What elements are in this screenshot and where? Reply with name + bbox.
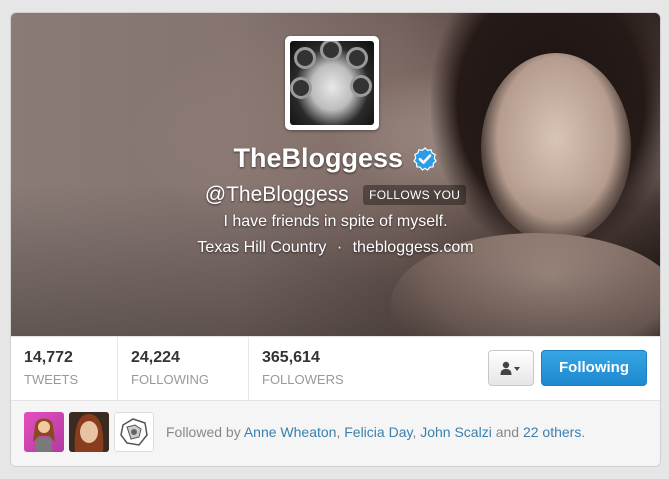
followers-label: FOLLOWERS <box>262 372 344 387</box>
name-row: TheBloggess <box>11 143 660 174</box>
website-link[interactable]: thebloggess.com <box>353 239 474 256</box>
avatar-detail <box>294 47 316 69</box>
stat-following[interactable]: 24,224 FOLLOWING <box>118 337 248 401</box>
avatar-detail <box>350 75 372 97</box>
location-row: Texas Hill Country · thebloggess.com <box>11 239 660 257</box>
tweets-label: TWEETS <box>24 372 79 387</box>
follower-avatar-john-scalzi[interactable] <box>114 412 154 452</box>
avatar-detail <box>290 77 312 99</box>
following-button[interactable]: Following <box>541 350 647 386</box>
bio-text: I have friends in spite of myself. <box>223 213 448 230</box>
followers-count: 365,614 <box>262 349 320 366</box>
followed-by-prefix: Followed by <box>166 424 241 440</box>
follower-avatar-anne-wheaton[interactable] <box>24 412 64 452</box>
user-dropdown-icon <box>500 359 522 376</box>
display-name[interactable]: TheBloggess <box>234 143 404 173</box>
following-count: 24,224 <box>131 349 180 366</box>
and-text: and <box>495 424 520 440</box>
comma: , <box>412 424 417 440</box>
avatar-image <box>290 41 374 125</box>
user-actions-dropdown-button[interactable] <box>488 350 534 386</box>
profile-header: TheBloggess @TheBloggess FOLLOWS YOU I h… <box>11 13 660 373</box>
followed-by-text: Followed by Anne Wheaton, Felicia Day, J… <box>166 424 585 440</box>
handle-row: @TheBloggess FOLLOWS YOU <box>11 183 660 207</box>
tweets-count: 14,772 <box>24 349 73 366</box>
location: Texas Hill Country <box>197 239 327 256</box>
period: . <box>581 424 586 440</box>
avatar-detail <box>320 41 342 61</box>
screen-name: @TheBloggess <box>204 183 349 206</box>
profile-avatar[interactable] <box>285 36 379 130</box>
following-label: FOLLOWING <box>131 372 210 387</box>
follows-you-badge: FOLLOWS YOU <box>363 185 467 205</box>
profile-card: TheBloggess @TheBloggess FOLLOWS YOU I h… <box>10 12 661 467</box>
others-link[interactable]: 22 others <box>523 424 581 440</box>
avatar-detail <box>346 47 368 69</box>
stat-followers[interactable]: 365,614 FOLLOWERS <box>249 337 379 401</box>
follower-link-felicia-day[interactable]: Felicia Day <box>344 424 412 440</box>
separator-dot: · <box>336 239 343 256</box>
follower-link-john-scalzi[interactable]: John Scalzi <box>420 424 492 440</box>
stat-tweets[interactable]: 14,772 TWEETS <box>11 337 117 401</box>
followed-by-bar: Followed by Anne Wheaton, Felicia Day, J… <box>11 400 660 466</box>
comma: , <box>336 424 341 440</box>
stats-bar: 14,772 TWEETS 24,224 FOLLOWING 365,614 F… <box>11 336 660 401</box>
verified-badge-icon <box>413 146 438 171</box>
follower-link-anne-wheaton[interactable]: Anne Wheaton <box>244 424 337 440</box>
follower-avatar-felicia-day[interactable] <box>69 412 109 452</box>
